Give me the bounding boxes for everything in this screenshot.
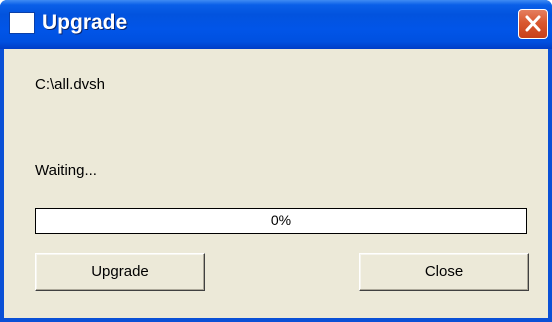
status-label: Waiting... bbox=[35, 162, 97, 179]
upgrade-window: Upgrade C:\all.dvsh Waiting... 0% Upgrad… bbox=[0, 0, 552, 322]
window-icon bbox=[9, 12, 35, 34]
title-bar[interactable]: Upgrade bbox=[0, 0, 552, 49]
dialog-body: C:\all.dvsh Waiting... 0% Upgrade Close bbox=[4, 49, 548, 318]
progress-text: 0% bbox=[270, 212, 292, 228]
upgrade-button[interactable]: Upgrade bbox=[35, 253, 205, 291]
close-x-icon[interactable] bbox=[518, 9, 548, 39]
window-title: Upgrade bbox=[42, 11, 128, 34]
file-path-label: C:\all.dvsh bbox=[35, 76, 106, 93]
close-button[interactable]: Close bbox=[359, 253, 529, 291]
progress-bar: 0% bbox=[35, 208, 527, 234]
close-x-glyph bbox=[525, 15, 541, 32]
